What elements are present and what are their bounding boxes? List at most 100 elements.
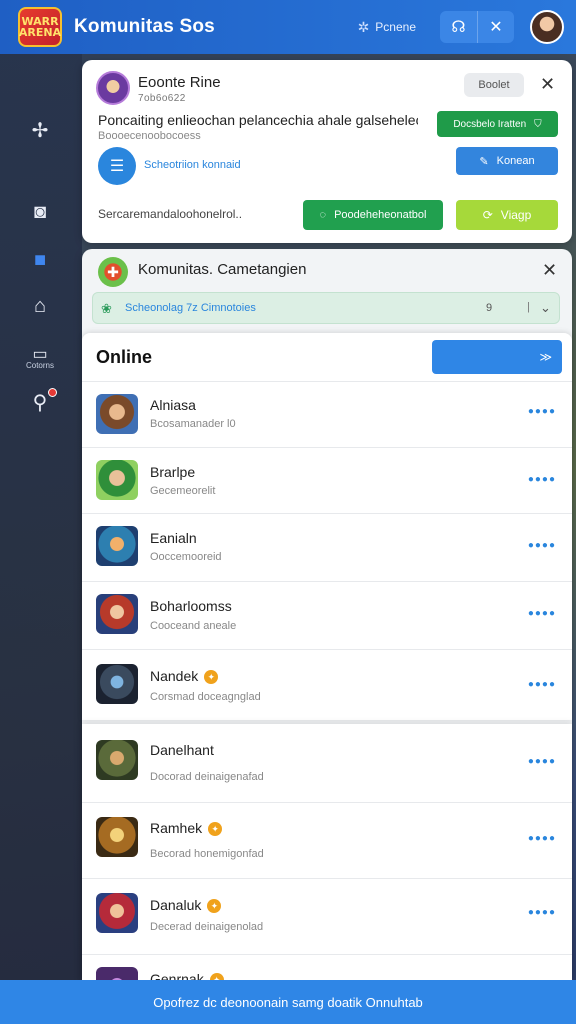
user-status: Becorad honemigonfad <box>150 848 264 860</box>
link-badge-icon[interactable]: ☰ <box>98 147 136 185</box>
list-item[interactable]: Alniasa Bcosamanader l0 ●●●● <box>82 381 572 447</box>
community-banner[interactable]: ❀ Scheonolag 7z Cimnotoies 9 | ⌄ <box>92 292 560 324</box>
more-icon[interactable]: ●●●● <box>528 907 556 918</box>
profile-description-sub: Boooecenoobocoess <box>98 130 201 142</box>
more-icon[interactable]: ●●●● <box>528 833 556 844</box>
avatar <box>96 893 138 933</box>
bottom-bar[interactable]: Opofrez dc deonoonain samg doatik Onnuht… <box>0 980 576 1024</box>
banner-text: Scheonolag 7z Cimnotoies <box>125 302 256 314</box>
details-button-label: Docsbelo Iratten <box>453 118 527 130</box>
profile-close-icon[interactable]: ✕ <box>540 74 555 95</box>
avatar <box>96 664 138 704</box>
refresh-icon: ⟳ <box>482 208 493 222</box>
more-icon[interactable]: ●●●● <box>528 406 556 417</box>
rail-item-wrench[interactable]: ⚲ <box>26 388 57 416</box>
user-status: Ooccemooreid <box>150 551 222 563</box>
chevron-down-icon[interactable]: ⌄ <box>540 300 551 316</box>
left-rail: ✢ ◙ ■ ⌂ ▭ Cotorns ⚲ <box>0 54 82 980</box>
profile-footer-text: Sercaremandaloohonelrol.. <box>98 207 243 221</box>
list-item[interactable]: Ramhek ✦ Becorad honemigonfad ●●●● <box>82 802 572 878</box>
close-button[interactable]: ✕ <box>477 11 514 43</box>
user-avatar[interactable] <box>530 10 564 44</box>
more-icon[interactable]: ●●●● <box>528 608 556 619</box>
view-button[interactable]: ⟳ Viagp <box>456 200 558 230</box>
rail-item-navigate[interactable]: ✢ <box>26 116 54 144</box>
user-name: Danaluk ✦ <box>150 897 222 913</box>
top-button-group: ☊ ✕ <box>440 11 514 43</box>
message-icon: ◌ <box>319 209 327 221</box>
profile-pill-button[interactable]: Boolet <box>464 73 524 97</box>
user-name: Boharloomss <box>150 598 232 614</box>
avatar <box>96 967 138 980</box>
user-name: Danelhant <box>150 742 214 758</box>
list-item[interactable]: Danelhant Docorad deinaigenafad ●●●● <box>82 724 572 802</box>
avatar <box>96 460 138 500</box>
avatar <box>96 594 138 634</box>
details-button[interactable]: Docsbelo Iratten ⛉ <box>437 111 558 137</box>
top-bar: WARR ARENA Komunitas Sos ✲ Pcnene ☊ ✕ <box>0 0 576 54</box>
notification-dot <box>48 388 57 397</box>
list-item[interactable]: Eanialn Ooccemooreid ●●●● <box>82 513 572 581</box>
app-logo[interactable]: WARR ARENA <box>18 7 62 47</box>
rail-item-building[interactable]: ⌂ <box>26 292 54 320</box>
navigate-icon: ✢ <box>31 119 49 142</box>
profile-card: Eoonte Rine 7ob6o622 Boolet ✕ Poncaiting… <box>82 60 572 243</box>
list-item[interactable]: Brarlpe Gecemeorelit ●●●● <box>82 447 572 513</box>
more-icon[interactable]: ●●●● <box>528 540 556 551</box>
list-item[interactable]: Boharloomss Cooceand aneale ●●●● <box>82 581 572 649</box>
list-item[interactable]: Genrnak ✦ <box>82 954 572 980</box>
avatar <box>96 526 138 566</box>
bottom-bar-text: Opofrez dc deonoonain samg doatik Onnuht… <box>153 994 423 1010</box>
list-item[interactable]: Danaluk ✦ Decerad deinaigenolad ●●●● <box>82 878 572 954</box>
community-icon: ✚ <box>98 257 128 287</box>
edit-icon: ✎ <box>479 155 489 168</box>
gear-cluster-icon: ✲ <box>357 18 370 35</box>
online-action-button[interactable]: ≫ <box>432 340 562 374</box>
chat-icon: ◙ <box>33 200 47 223</box>
more-icon[interactable]: ●●●● <box>528 756 556 767</box>
message-button-label: Poodeheheonatbol <box>334 209 427 221</box>
building-icon: ⌂ <box>33 294 47 317</box>
list-item[interactable]: Nandek ✦ Corsmad doceagnglad ●●●● <box>82 649 572 720</box>
rail-label-tv: Cotorns <box>25 361 54 370</box>
user-name: Genrnak ✦ <box>150 971 224 980</box>
community-title: Komunitas. Cametangien <box>138 261 307 278</box>
user-name: Eanialn <box>150 530 197 546</box>
shield-icon: ⛉ <box>534 118 542 130</box>
gold-badge-icon: ✦ <box>208 822 223 836</box>
profile-avatar[interactable] <box>96 71 130 105</box>
online-list: Online ≫ Alniasa Bcosamanader l0 ●●●● Br… <box>82 333 572 720</box>
avatar <box>96 394 138 434</box>
banner-separator: | <box>527 301 530 313</box>
user-status: Gecemeorelit <box>150 485 216 497</box>
profile-name: Eoonte Rine <box>138 74 221 91</box>
headset-button[interactable]: ☊ <box>440 11 477 43</box>
close-icon: ✕ <box>489 19 503 36</box>
user-status: Bcosamanader l0 <box>150 418 236 430</box>
more-icon[interactable]: ●●●● <box>528 679 556 690</box>
square-icon: ■ <box>33 248 47 271</box>
headset-icon: ☊ <box>451 19 466 36</box>
wrench-icon: ⚲ <box>32 391 48 414</box>
leaf-icon: ❀ <box>101 301 112 316</box>
gold-badge-icon: ✦ <box>204 670 219 684</box>
message-button[interactable]: ◌ Poodeheheonatbol <box>303 200 443 230</box>
status-chip[interactable]: ✲ Pcnene <box>358 19 416 36</box>
user-name: Alniasa <box>150 397 196 413</box>
profile-description: Poncaiting enlieochan pelancechia ahale … <box>98 112 418 128</box>
more-icon[interactable]: ●●●● <box>528 474 556 485</box>
online-title: Online <box>96 347 153 367</box>
status-label: Pcnene <box>375 20 416 34</box>
edit-button[interactable]: ✎ Konean <box>456 147 558 175</box>
view-button-label: Viagp <box>500 208 532 222</box>
profile-link[interactable]: Scheotriion konnaid <box>144 159 241 171</box>
rail-item-chat[interactable]: ◙ <box>26 198 54 226</box>
user-status: Cooceand aneale <box>150 620 237 632</box>
user-name: Ramhek ✦ <box>150 820 223 836</box>
rail-item-square[interactable]: ■ <box>26 246 54 274</box>
avatar <box>96 740 138 780</box>
banner-count: 9 <box>486 302 493 314</box>
community-close-icon[interactable]: ✕ <box>542 260 557 281</box>
user-status: Corsmad doceagnglad <box>150 691 261 703</box>
user-status: Decerad deinaigenolad <box>150 921 264 933</box>
